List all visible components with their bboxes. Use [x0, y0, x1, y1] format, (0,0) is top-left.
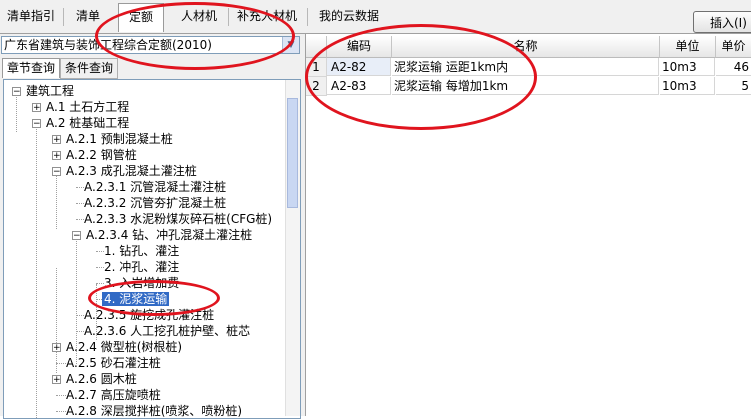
tree-node-label: A.2.7 高压旋喷桩: [66, 388, 161, 402]
row-number: 2: [306, 77, 327, 96]
tree-guide-line: [36, 124, 37, 418]
tree-node[interactable]: A.2.3.2 沉管夯扩混凝土桩: [84, 195, 226, 211]
tree-scrollbar[interactable]: [285, 80, 300, 416]
column-header-unit[interactable]: 单位: [660, 36, 716, 58]
tree-guide-line: [76, 219, 84, 220]
table-cell-unit[interactable]: 10m3: [660, 77, 715, 95]
top-tab-bar: 清单指引 清单 定额 人材机 补充人材机 我的云数据 插入(I): [0, 0, 751, 34]
scrollbar-thumb[interactable]: [287, 98, 298, 208]
tree-node-label: A.2.3.4 钻、冲孔混凝土灌注桩: [86, 228, 253, 242]
tab-bill-guide[interactable]: 清单指引: [2, 4, 60, 28]
tree-guide-line: [16, 92, 17, 132]
expand-icon[interactable]: +: [52, 343, 61, 353]
tree-guide-line: [76, 203, 84, 204]
table-cell-price[interactable]: 5: [716, 77, 751, 95]
tree-guide-line: [96, 251, 104, 252]
tree-node-label: A.2.5 砂石灌注桩: [66, 356, 161, 370]
column-header-name[interactable]: 名称: [392, 36, 660, 58]
chevron-down-icon[interactable]: ▼: [282, 37, 299, 53]
tree-node[interactable]: 1. 钻孔、灌注: [104, 243, 179, 259]
tree-node-label: A.2.6 圆木桩: [66, 372, 137, 386]
tab-chapter-query[interactable]: 章节查询: [2, 58, 61, 78]
tree-guide-line: [56, 363, 66, 364]
collapse-icon[interactable]: −: [12, 87, 21, 97]
quota-library-value: 广东省建筑与装饰工程综合定额(2010): [4, 38, 212, 52]
tree-node-label: A.2.3.2 沉管夯扩混凝土桩: [84, 196, 227, 210]
quota-grid: 编码 名称 单位 单价 1 A2-82 泥浆运输 运距1km内 10m3 46 …: [306, 34, 751, 416]
tree-node[interactable]: A.2.3.3 水泥粉煤灰碎石桩(CFG桩): [84, 211, 272, 227]
expand-icon[interactable]: +: [32, 103, 41, 113]
tree-node[interactable]: A.2.3.6 人工挖孔桩护壁、桩芯: [84, 323, 250, 339]
tree-guide-line: [96, 283, 104, 284]
tree-node-label: A.2 桩基础工程: [46, 116, 130, 130]
tree-node-label: A.2.1 预制混凝土桩: [66, 132, 173, 146]
tree-node-label: 3. 入岩增加费: [104, 276, 180, 290]
tree-node[interactable]: A.2.5 砂石灌注桩: [66, 355, 161, 371]
tree-node-label: 2. 冲孔、灌注: [104, 260, 180, 274]
table-cell-name[interactable]: 泥浆运输 运距1km内: [392, 58, 659, 76]
tree-node[interactable]: A.2.7 高压旋喷桩: [66, 387, 161, 403]
tree-guide-line: [76, 331, 84, 332]
table-cell-code[interactable]: A2-83: [327, 77, 391, 95]
collapse-icon[interactable]: −: [32, 119, 41, 129]
tab-my-cloud-data[interactable]: 我的云数据: [311, 4, 387, 28]
tab-bill[interactable]: 清单: [66, 4, 110, 28]
insert-button[interactable]: 插入(I): [693, 11, 751, 33]
tree-node[interactable]: 3. 入岩增加费: [104, 275, 179, 291]
tree-guide-line: [76, 187, 84, 188]
expand-icon[interactable]: +: [52, 135, 61, 145]
tree-node-label: 建筑工程: [26, 84, 75, 98]
tree-node-label: A.1 土石方工程: [46, 100, 130, 114]
table-cell-name[interactable]: 泥浆运输 每增加1km: [392, 77, 659, 95]
grid-corner: [306, 36, 327, 58]
tree-node-label: A.2.3.6 人工挖孔桩护壁、桩芯: [84, 324, 251, 338]
tree-node-label: A.2.3.1 沉管混凝土灌注桩: [84, 180, 227, 194]
collapse-icon[interactable]: −: [52, 167, 61, 177]
tree-node-label: A.2.3.3 水泥粉煤灰碎石桩(CFG桩): [84, 212, 273, 226]
tree-guide-line: [56, 268, 57, 373]
table-cell-price[interactable]: 46: [716, 58, 751, 76]
table-cell-code[interactable]: A2-82: [327, 58, 391, 76]
tab-condition-query[interactable]: 条件查询: [60, 58, 119, 79]
chapter-tree: − 建筑工程 + A.1 土石方工程 − A.2 桩基础工程 + A.2.1 预…: [3, 79, 301, 419]
tab-separator: [228, 8, 229, 26]
tree-node[interactable]: A.2.3.5 旋挖成孔灌注桩: [84, 307, 214, 323]
tree-node-selected[interactable]: 4. 泥浆运输: [102, 291, 170, 307]
tree-guide-line: [96, 267, 104, 268]
tree-guide-line: [56, 395, 66, 396]
column-header-code[interactable]: 编码: [327, 36, 392, 58]
collapse-icon[interactable]: −: [72, 231, 81, 241]
tab-quota[interactable]: 定额: [118, 3, 164, 32]
row-number: 1: [306, 58, 327, 77]
tree-node-label: A.2.4 微型桩(树根桩): [66, 340, 183, 354]
tree-node[interactable]: 2. 冲孔、灌注: [104, 259, 179, 275]
tab-supplement-lmm[interactable]: 补充人材机: [231, 4, 303, 28]
tree-node[interactable]: A.2.8 深层搅拌桩(喷浆、喷粉桩): [66, 403, 242, 418]
left-pane: 广东省建筑与装饰工程综合定额(2010) ▼ 章节查询 条件查询 − 建筑工程 …: [0, 34, 306, 419]
tree-node[interactable]: A.2.3.1 沉管混凝土灌注桩: [84, 179, 226, 195]
tab-labor-material-machine[interactable]: 人材机: [172, 4, 226, 28]
tree-guide-line: [56, 172, 57, 229]
tree-guide-line: [76, 315, 84, 316]
column-header-price[interactable]: 单价: [716, 36, 751, 58]
tab-separator: [63, 8, 64, 26]
tree-guide-line: [56, 411, 66, 412]
tree-node-label: 4. 泥浆运输: [102, 292, 170, 306]
tree-node-label: 1. 钻孔、灌注: [104, 244, 180, 258]
quota-library-select[interactable]: 广东省建筑与装饰工程综合定额(2010) ▼: [1, 36, 300, 54]
table-cell-unit[interactable]: 10m3: [660, 58, 715, 76]
expand-icon[interactable]: +: [52, 151, 61, 161]
tree-node-label: A.2.3 成孔混凝土灌注桩: [66, 164, 197, 178]
tab-separator: [307, 8, 308, 26]
expand-icon[interactable]: +: [52, 375, 61, 385]
tree-node-label: A.2.2 钢管桩: [66, 148, 137, 162]
tree-node-label: A.2.3.5 旋挖成孔灌注桩: [84, 308, 215, 322]
